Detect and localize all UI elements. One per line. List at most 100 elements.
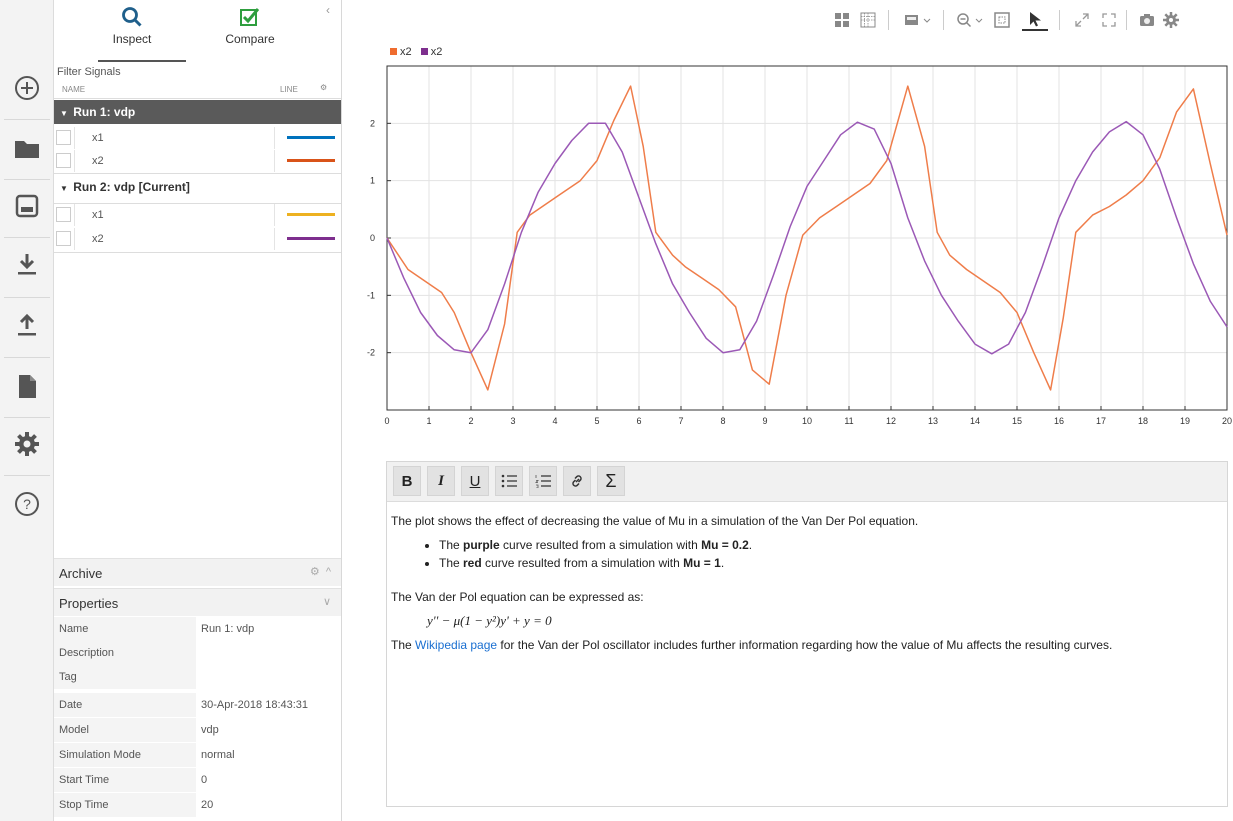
open-button[interactable] [7, 128, 47, 168]
bold-button[interactable]: B [393, 466, 421, 496]
wikipedia-link[interactable]: Wikipedia page [415, 638, 497, 652]
column-settings-icon[interactable]: ⚙ [320, 83, 327, 92]
checkbox-check-icon [240, 8, 260, 26]
signal-row-run2-x1[interactable]: x1 [54, 204, 341, 226]
italic-button[interactable]: I [427, 466, 455, 496]
plot-settings-button[interactable] [1160, 9, 1182, 31]
run-row-1[interactable]: ▼ Run 1: vdp [54, 100, 341, 124]
zoom-menu-button[interactable] [953, 9, 987, 31]
import-button[interactable] [7, 244, 47, 284]
settings-button[interactable] [7, 424, 47, 464]
collapse-panel-icon[interactable]: ‹ [326, 3, 330, 17]
signal-row-run2-x2[interactable]: x2 [54, 228, 341, 250]
archive-controls-icon[interactable]: ⚙ ^ [310, 565, 331, 578]
insert-link-button[interactable] [563, 466, 591, 496]
legend-item[interactable]: x2 [420, 46, 442, 58]
legend-item[interactable]: x2 [390, 46, 412, 58]
editor-toolbar: B I U Σ [387, 462, 1227, 502]
new-session-button[interactable] [7, 68, 47, 108]
x-tick-label: 19 [1180, 416, 1190, 426]
subplot-grid-icon [860, 12, 876, 28]
chevron-down-icon[interactable]: ∨ [323, 595, 331, 608]
list-item: The red curve resulted from a simulation… [439, 554, 1221, 572]
plot-area[interactable]: 0 1 2 3 4 5 6 7 8 9 10 11 12 13 14 15 16 17 18 19 20 2 1 0 -1 -2 [343, 58, 1233, 433]
signal-checkbox[interactable] [56, 153, 71, 168]
editor-content[interactable]: The plot shows the effect of decreasing … [391, 512, 1221, 654]
expand-triangle-icon[interactable]: ▼ [60, 109, 68, 118]
layout-grid-button[interactable] [831, 9, 853, 31]
layout-grid-icon [835, 13, 849, 27]
x-tick-label: 16 [1054, 416, 1064, 426]
save-button[interactable] [7, 186, 47, 226]
signal-name: x1 [92, 132, 104, 144]
underline-button[interactable]: U [461, 466, 489, 496]
prop-value: 0 [201, 774, 208, 786]
tab-inspect-label: Inspect [112, 32, 152, 46]
notes-editor[interactable]: B I U Σ The plot shows the effect of dec… [386, 461, 1228, 807]
expand-button[interactable] [1071, 9, 1093, 31]
line-color-swatch[interactable] [287, 159, 335, 162]
snapshot-button[interactable] [1136, 9, 1158, 31]
fit-to-view-button[interactable] [991, 9, 1013, 31]
x-tick-label: 13 [928, 416, 938, 426]
signal-row-run1-x2[interactable]: x2 [54, 150, 341, 172]
help-button[interactable]: ? [7, 484, 47, 524]
prop-value: vdp [201, 724, 219, 736]
list-item: The purple curve resulted from a simulat… [439, 536, 1221, 554]
prop-key: Description [54, 641, 196, 665]
help-icon: ? [15, 492, 39, 516]
subplot-layout-button[interactable] [857, 9, 879, 31]
cursor-button[interactable] [1022, 9, 1048, 31]
line-color-swatch[interactable] [287, 136, 335, 139]
x-tick-label: 18 [1138, 416, 1148, 426]
tab-compare[interactable]: Compare [190, 4, 310, 62]
equation: y'' − μ(1 − y²)y' + y = 0 [427, 613, 552, 628]
bullet-list: The purple curve resulted from a simulat… [391, 536, 1221, 572]
signal-row-run1-x1[interactable]: x1 [54, 127, 341, 149]
y-tick-label: 1 [370, 176, 375, 186]
prop-value: normal [201, 749, 235, 761]
bold-text: Mu = 1 [683, 556, 721, 570]
prop-row-stop-time: Stop Time 20 [54, 793, 341, 817]
zoom-icon [957, 13, 983, 28]
x-tick-label: 12 [886, 416, 896, 426]
run-row-2[interactable]: ▼ Run 2: vdp [Current] [54, 175, 341, 199]
bulleted-list-button[interactable] [495, 466, 523, 496]
signal-checkbox[interactable] [56, 130, 71, 145]
prop-key: Name [54, 617, 196, 641]
report-button[interactable] [7, 366, 47, 406]
fullscreen-button[interactable] [1098, 9, 1120, 31]
export-button[interactable] [7, 305, 47, 345]
legend-swatch [420, 48, 428, 55]
expand-triangle-icon[interactable]: ▼ [60, 184, 68, 193]
pointer-icon [1030, 12, 1041, 27]
x-tick-label: 6 [636, 416, 641, 426]
bullet-list-icon [501, 474, 517, 488]
visualization-menu-button[interactable] [901, 9, 935, 31]
text-run: for the Van der Pol oscillator includes … [497, 638, 1113, 652]
prop-row-description: Description [54, 641, 341, 665]
signal-checkbox[interactable] [56, 207, 71, 222]
x-tick-label: 1 [426, 416, 431, 426]
prop-value[interactable]: Run 1: vdp [201, 623, 254, 635]
line-color-swatch[interactable] [287, 237, 335, 240]
filter-signals-input[interactable]: Filter Signals [56, 66, 340, 80]
x-tick-label: 15 [1012, 416, 1022, 426]
line-color-swatch[interactable] [287, 213, 335, 216]
properties-section-header[interactable]: Properties ∨ [54, 588, 341, 616]
signal-name: x2 [92, 155, 104, 167]
tab-compare-label: Compare [225, 32, 275, 46]
equation-button[interactable]: Σ [597, 466, 625, 496]
numbered-list-button[interactable] [529, 466, 557, 496]
x-tick-label: 8 [720, 416, 725, 426]
tab-inspect[interactable]: Inspect [72, 4, 192, 62]
archive-section-header[interactable]: Archive ⚙ ^ [54, 558, 341, 586]
signal-checkbox[interactable] [56, 231, 71, 246]
bold-text: Mu = 0.2 [701, 538, 749, 552]
text-run: The [391, 638, 416, 652]
prop-row-start-time: Start Time 0 [54, 768, 341, 792]
bold-text: red [463, 556, 482, 570]
time-plot[interactable]: 0 1 2 3 4 5 6 7 8 9 10 11 12 13 14 15 16 17 18 19 20210-1-2 [343, 58, 1233, 433]
active-tab-indicator [98, 60, 186, 62]
prop-row-date: Date 30-Apr-2018 18:43:31 [54, 693, 341, 717]
